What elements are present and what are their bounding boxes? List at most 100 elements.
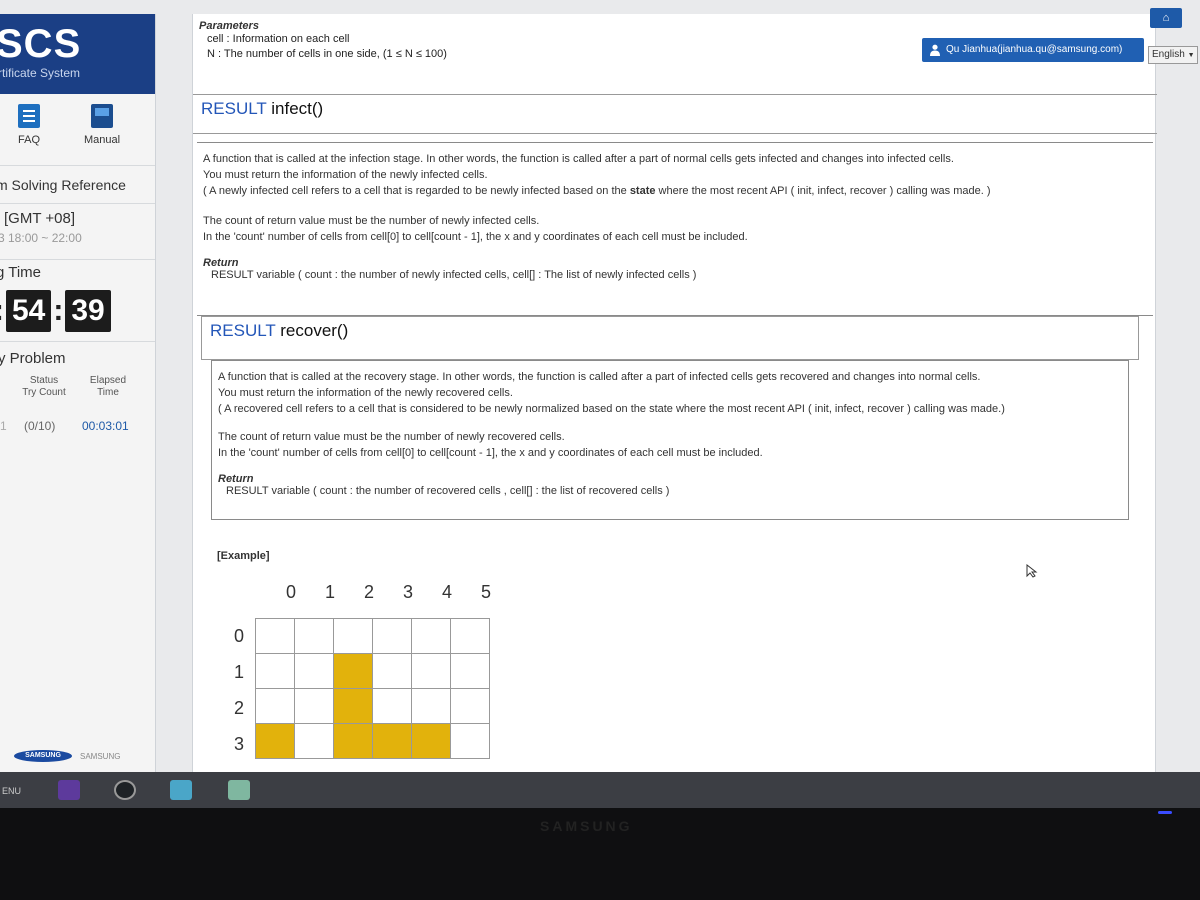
folder-icon[interactable] (170, 780, 192, 800)
infect-count-1: The count of return value must be the nu… (203, 215, 540, 227)
user-badge[interactable]: Qu Jianhua(jianhua.qu@samsung.com) (922, 38, 1144, 62)
infect-desc-1: A function that is called at the infecti… (203, 153, 954, 165)
taskbar: ENU (0, 772, 1200, 808)
grid-cell-infected (333, 653, 373, 689)
timer-label: g Time (0, 264, 42, 281)
grid-cell (372, 653, 412, 689)
exam-hours: 3 18:00 ~ 22:00 (0, 231, 82, 245)
grid-cell (450, 688, 490, 724)
row-prefix: 1 (0, 419, 7, 433)
grid-cell (411, 618, 451, 654)
brand-title: SCS (0, 22, 82, 66)
recover-name: recover() (280, 321, 349, 340)
infect-return-line: RESULT variable ( count : the number of … (211, 269, 697, 281)
infect-header: RESULT infect() (193, 94, 1157, 134)
grid-cell (372, 688, 412, 724)
infect-count-2: In the 'count' number of cells from cell… (203, 231, 748, 243)
grid-cell-infected (411, 723, 451, 759)
timezone-label: [GMT +08] (4, 210, 76, 227)
recover-return-line: RESULT variable ( count : the number of … (226, 485, 670, 497)
infect-desc-3: ( A newly infected cell refers to a cell… (203, 183, 1147, 199)
monitor-brand: SAMSUNG (540, 818, 633, 834)
remaining-time: g Time : 54 : 39 (0, 260, 155, 342)
quick-links: FAQ Manual (0, 94, 155, 166)
parameters-title: Parameters (199, 20, 259, 32)
faq-label: FAQ (18, 134, 41, 146)
language-value: English (1152, 49, 1185, 60)
window-icon[interactable] (228, 780, 250, 800)
recover-count-1: The count of return value must be the nu… (218, 431, 565, 443)
elapsed-header: Elapsed Time (89, 375, 127, 398)
infect-desc-3b: state (629, 185, 656, 197)
grid-row-label: 0 (233, 626, 244, 646)
faq-icon (18, 104, 40, 128)
mouse-cursor-icon (1026, 564, 1038, 578)
brand-header[interactable]: SCS rtificate System (0, 14, 155, 94)
infect-name: infect() (271, 99, 324, 118)
grid-cell (333, 618, 373, 654)
infect-desc-3a: ( A newly infected cell refers to a cell… (203, 185, 630, 197)
manual-icon (91, 104, 114, 128)
problem-status-table: Status Try Count Elapsed Time 1 (0/10) 0… (0, 375, 155, 445)
grid-row-label: 3 (233, 734, 244, 754)
grid-cell (372, 618, 412, 654)
faq-link[interactable]: FAQ (18, 104, 40, 146)
sidebar-item-reference[interactable]: m Solving Reference (0, 166, 155, 204)
status-header: Status Try Count (22, 375, 66, 398)
app-icon[interactable] (114, 780, 136, 800)
infect-desc-3c: where the most recent API ( init, infect… (655, 185, 991, 197)
recover-description: A function that is called at the recover… (211, 360, 1129, 520)
infect-return-title: Return (203, 257, 239, 269)
grid-row-label: 2 (233, 698, 244, 718)
power-led (1158, 811, 1172, 814)
sidebar: SCS rtificate System FAQ Manual m Solvin… (0, 14, 156, 772)
grid-cell (411, 688, 451, 724)
try-count: (0/10) (24, 419, 56, 433)
grid-cell-infected (255, 723, 295, 759)
screen: SCS rtificate System FAQ Manual m Solvin… (0, 0, 1200, 772)
recover-return-title: Return (218, 473, 254, 485)
grid-cell (294, 653, 334, 689)
infect-description: A function that is called at the infecti… (197, 142, 1153, 316)
grid-column-label: 5 (480, 582, 491, 602)
grid-cell (294, 618, 334, 654)
grid-column-label: 2 (363, 582, 374, 602)
grid-cell-infected (372, 723, 412, 759)
chevron-down-icon: ▼ (1187, 52, 1195, 59)
home-icon: ⌂ (1162, 12, 1170, 24)
grid-cell (411, 653, 451, 689)
grid-column-label: 4 (441, 582, 452, 602)
grid-column-label: 1 (324, 582, 335, 602)
manual-link[interactable]: Manual (84, 104, 120, 146)
grid-cell (294, 688, 334, 724)
samsung-logo: SAMSUNG (14, 750, 72, 762)
timer-minutes: 54 (6, 290, 52, 332)
grid-cell (450, 723, 490, 759)
infect-desc-2: You must return the information of the n… (203, 169, 488, 181)
visual-studio-icon[interactable] (58, 780, 80, 800)
user-label: Qu Jianhua(jianhua.qu@samsung.com) (946, 44, 1123, 55)
brand-subtitle: rtificate System (0, 66, 81, 80)
infect-keyword: RESULT (201, 99, 267, 118)
samsung-logo-small: SAMSUNG (80, 752, 121, 761)
example-label: [Example] (217, 550, 270, 562)
timer-colon: : (0, 294, 4, 328)
recover-desc-1: A function that is called at the recover… (218, 371, 981, 383)
grid-cell-infected (333, 688, 373, 724)
user-icon (930, 44, 940, 56)
language-select[interactable]: English ▼ (1148, 46, 1198, 64)
recover-count-2: In the 'count' number of cells from cell… (218, 447, 763, 459)
grid-cell (255, 653, 295, 689)
timer-colon: : (53, 294, 64, 327)
recover-keyword: RESULT (210, 321, 276, 340)
recover-header: RESULT recover() (201, 316, 1139, 360)
grid-column-label: 3 (402, 582, 413, 602)
taskbar-menu[interactable]: ENU (2, 786, 21, 796)
grid-cell-infected (333, 723, 373, 759)
grid-cell (450, 618, 490, 654)
elapsed-time[interactable]: 00:03:01 (82, 419, 129, 433)
home-button[interactable]: ⌂ (1150, 8, 1182, 28)
timer: : 54 : 39 (0, 290, 111, 332)
timezone-block: [GMT +08] 3 18:00 ~ 22:00 (0, 204, 155, 260)
grid-column-label: 0 (285, 582, 296, 602)
